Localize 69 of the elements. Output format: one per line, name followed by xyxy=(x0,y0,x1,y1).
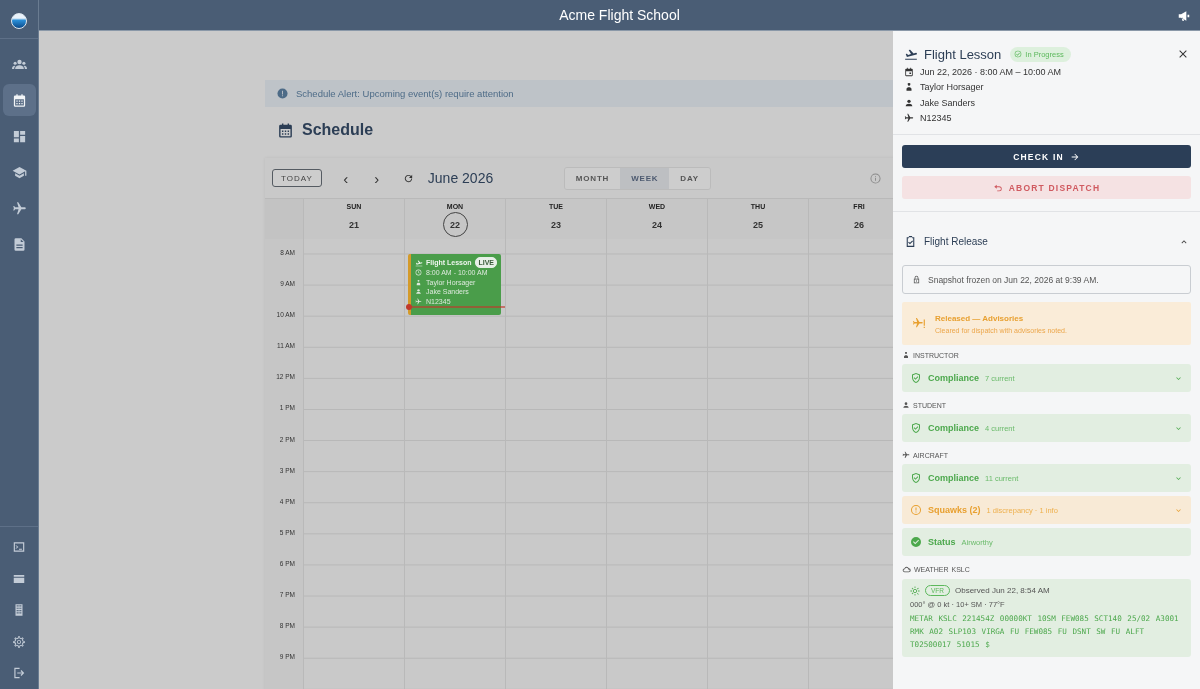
item-title: Compliance xyxy=(928,373,979,383)
shield-check-icon xyxy=(910,372,922,384)
refresh-icon[interactable] xyxy=(402,172,414,184)
dashboard-icon xyxy=(11,128,27,144)
person-icon xyxy=(904,97,914,108)
info-icon xyxy=(277,88,288,99)
person-icon xyxy=(415,288,422,296)
panel-title: Flight Lesson xyxy=(924,46,1002,62)
item-title: Squawks (2) xyxy=(928,505,981,515)
clipboard-check-icon xyxy=(904,235,917,248)
view-tab[interactable]: MONTH xyxy=(564,167,621,189)
close-button[interactable] xyxy=(1177,48,1189,60)
today-button[interactable]: TODAY xyxy=(272,169,322,187)
detail-text: Jun 22, 2026 · 8:00 AM – 10:00 AM xyxy=(920,66,1062,77)
day-number: 25 xyxy=(752,218,764,232)
takeoff-icon xyxy=(904,47,918,61)
day-number: 24 xyxy=(651,218,663,232)
person-icon xyxy=(415,278,422,286)
previous-button[interactable]: ‹ xyxy=(338,169,353,187)
calendar-icon xyxy=(277,121,294,139)
calendar-icon xyxy=(11,92,27,108)
item-title: Compliance xyxy=(928,473,979,483)
detail-text: Jake Sanders xyxy=(920,97,976,108)
observed-time: Observed Jun 22, 8:54 AM xyxy=(955,586,1050,595)
person-icon xyxy=(902,401,910,409)
next-button[interactable]: › xyxy=(369,169,384,187)
abort-button[interactable]: ABORT DISPATCH xyxy=(902,176,1191,199)
item-title: Compliance xyxy=(928,423,979,433)
section-title: Flight Release xyxy=(924,236,988,247)
logo-icon xyxy=(11,13,27,29)
alert-text: Schedule Alert: Upcoming event(s) require attention xyxy=(296,88,514,99)
takeoff-icon xyxy=(415,258,423,267)
shield-check-icon xyxy=(910,422,922,434)
settings-icon xyxy=(12,634,26,649)
advisory-title: Released — Advisories xyxy=(935,313,1025,323)
airplane-icon xyxy=(415,298,422,306)
day-number: 26 xyxy=(853,218,865,232)
detail-text: N12345 xyxy=(920,113,952,124)
airplane-icon xyxy=(902,451,910,459)
person-icon xyxy=(904,82,914,93)
day-number: 21 xyxy=(348,218,360,232)
clock-icon xyxy=(415,269,422,277)
airplane-icon xyxy=(904,113,914,124)
view-tab[interactable]: WEEK xyxy=(620,167,670,189)
page-title: Schedule xyxy=(302,121,374,139)
info-icon xyxy=(869,172,881,184)
undo-icon xyxy=(992,182,1003,193)
airplane-icon xyxy=(11,200,27,216)
view-tab[interactable]: DAY xyxy=(669,167,710,189)
app-title: Acme Flight School xyxy=(559,7,680,23)
lock-icon xyxy=(912,275,921,284)
terminal-icon xyxy=(12,540,26,555)
close-icon xyxy=(1177,48,1189,60)
person-icon xyxy=(902,351,910,359)
check-in-button[interactable]: CHECK IN xyxy=(902,145,1191,168)
sun-icon xyxy=(910,585,920,596)
period-title: June 2026 xyxy=(427,170,495,186)
item-title: Status xyxy=(928,537,956,547)
airplane-alert-icon xyxy=(910,316,926,331)
graduation-cap-icon xyxy=(11,164,27,180)
cloud-icon xyxy=(902,564,911,574)
day-number: 23 xyxy=(550,218,562,232)
sidebar-item[interactable] xyxy=(2,84,36,116)
snapshot-text: Snapshot frozen on Jun 22, 2026 at 9:39 AM. xyxy=(928,274,1099,285)
shield-check-icon xyxy=(910,472,922,484)
detail-text: Taylor Horsager xyxy=(920,82,984,93)
megaphone-icon[interactable] xyxy=(1177,9,1191,23)
calendar-icon xyxy=(904,66,914,77)
logout-icon xyxy=(12,666,26,681)
